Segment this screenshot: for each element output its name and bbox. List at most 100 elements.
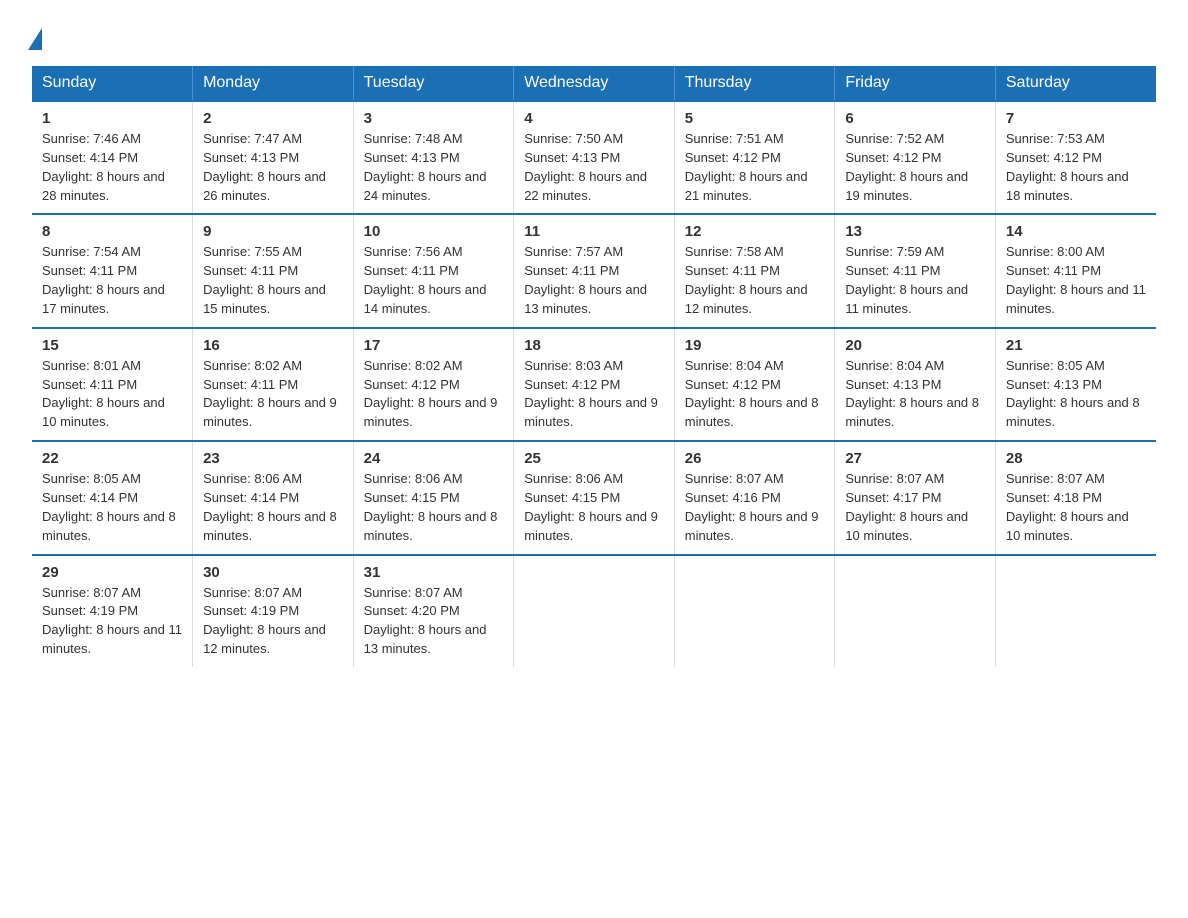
calendar-cell [514,555,675,667]
day-info: Sunrise: 8:03 AMSunset: 4:12 PMDaylight:… [524,358,658,430]
day-number: 20 [845,337,985,354]
day-info: Sunrise: 7:52 AMSunset: 4:12 PMDaylight:… [845,131,968,203]
day-info: Sunrise: 8:07 AMSunset: 4:19 PMDaylight:… [203,585,326,657]
day-number: 2 [203,110,343,127]
calendar-cell: 7 Sunrise: 7:53 AMSunset: 4:12 PMDaylight… [995,101,1156,214]
calendar-cell: 22 Sunrise: 8:05 AMSunset: 4:14 PMDayligh… [32,441,193,554]
day-number: 27 [845,450,985,467]
weekday-header-row: SundayMondayTuesdayWednesdayThursdayFrid… [32,66,1156,101]
weekday-header-monday: Monday [193,66,354,101]
day-number: 18 [524,337,664,354]
day-number: 1 [42,110,182,127]
day-number: 12 [685,223,825,240]
day-info: Sunrise: 8:04 AMSunset: 4:12 PMDaylight:… [685,358,819,430]
calendar-cell [674,555,835,667]
calendar-cell: 31Sunrise: 8:07 AMSunset: 4:20 PMDayligh… [353,555,514,667]
day-number: 14 [1006,223,1146,240]
day-number: 4 [524,110,664,127]
day-number: 22 [42,450,182,467]
day-info: Sunrise: 7:53 AMSunset: 4:12 PMDaylight:… [1006,131,1129,203]
day-number: 17 [364,337,504,354]
day-number: 6 [845,110,985,127]
day-info: Sunrise: 7:50 AMSunset: 4:13 PMDaylight:… [524,131,647,203]
day-number: 15 [42,337,182,354]
day-info: Sunrise: 8:04 AMSunset: 4:13 PMDaylight:… [845,358,979,430]
calendar-cell: 26 Sunrise: 8:07 AMSunset: 4:16 PMDayligh… [674,441,835,554]
calendar-cell: 2Sunrise: 7:47 AMSunset: 4:13 PMDaylight… [193,101,354,214]
weekday-header-thursday: Thursday [674,66,835,101]
day-info: Sunrise: 8:07 AMSunset: 4:19 PMDaylight:… [42,585,182,657]
day-info: Sunrise: 8:07 AMSunset: 4:18 PMDaylight:… [1006,471,1129,543]
day-info: Sunrise: 7:56 AMSunset: 4:11 PMDaylight:… [364,244,487,316]
calendar-cell: 3 Sunrise: 7:48 AMSunset: 4:13 PMDaylight… [353,101,514,214]
calendar-week-row: 8 Sunrise: 7:54 AMSunset: 4:11 PMDaylight… [32,214,1156,327]
calendar-cell: 28Sunrise: 8:07 AMSunset: 4:18 PMDayligh… [995,441,1156,554]
day-number: 7 [1006,110,1146,127]
day-number: 26 [685,450,825,467]
calendar-cell [995,555,1156,667]
calendar-cell: 23Sunrise: 8:06 AMSunset: 4:14 PMDayligh… [193,441,354,554]
day-info: Sunrise: 8:00 AMSunset: 4:11 PMDaylight:… [1006,244,1146,316]
calendar-body: 1 Sunrise: 7:46 AMSunset: 4:14 PMDaylight… [32,101,1156,667]
day-info: Sunrise: 8:06 AMSunset: 4:15 PMDaylight:… [524,471,658,543]
calendar-table: SundayMondayTuesdayWednesdayThursdayFrid… [32,66,1156,667]
day-info: Sunrise: 7:58 AMSunset: 4:11 PMDaylight:… [685,244,808,316]
calendar-cell: 16Sunrise: 8:02 AMSunset: 4:11 PMDayligh… [193,328,354,441]
day-info: Sunrise: 8:07 AMSunset: 4:17 PMDaylight:… [845,471,968,543]
calendar-cell: 12 Sunrise: 7:58 AMSunset: 4:11 PMDayligh… [674,214,835,327]
day-number: 13 [845,223,985,240]
calendar-week-row: 15 Sunrise: 8:01 AMSunset: 4:11 PMDayligh… [32,328,1156,441]
day-number: 23 [203,450,343,467]
calendar-cell: 5 Sunrise: 7:51 AMSunset: 4:12 PMDaylight… [674,101,835,214]
day-info: Sunrise: 8:02 AMSunset: 4:12 PMDaylight:… [364,358,498,430]
calendar-cell: 25 Sunrise: 8:06 AMSunset: 4:15 PMDayligh… [514,441,675,554]
calendar-cell: 17 Sunrise: 8:02 AMSunset: 4:12 PMDayligh… [353,328,514,441]
day-number: 3 [364,110,504,127]
day-number: 9 [203,223,343,240]
calendar-cell: 19 Sunrise: 8:04 AMSunset: 4:12 PMDayligh… [674,328,835,441]
logo-triangle-icon [28,28,42,50]
day-number: 21 [1006,337,1146,354]
weekday-header-friday: Friday [835,66,996,101]
day-info: Sunrise: 8:05 AMSunset: 4:13 PMDaylight:… [1006,358,1140,430]
page-header [32,24,1156,50]
day-number: 25 [524,450,664,467]
day-info: Sunrise: 7:51 AMSunset: 4:12 PMDaylight:… [685,131,808,203]
day-info: Sunrise: 8:06 AMSunset: 4:15 PMDaylight:… [364,471,498,543]
calendar-cell: 11 Sunrise: 7:57 AMSunset: 4:11 PMDayligh… [514,214,675,327]
calendar-cell: 15 Sunrise: 8:01 AMSunset: 4:11 PMDayligh… [32,328,193,441]
weekday-header-tuesday: Tuesday [353,66,514,101]
calendar-header: SundayMondayTuesdayWednesdayThursdayFrid… [32,66,1156,101]
calendar-week-row: 1 Sunrise: 7:46 AMSunset: 4:14 PMDaylight… [32,101,1156,214]
day-number: 30 [203,564,343,581]
logo [32,24,42,50]
calendar-cell: 29 Sunrise: 8:07 AMSunset: 4:19 PMDayligh… [32,555,193,667]
day-number: 31 [364,564,504,581]
calendar-cell: 30 Sunrise: 8:07 AMSunset: 4:19 PMDayligh… [193,555,354,667]
calendar-cell: 13Sunrise: 7:59 AMSunset: 4:11 PMDayligh… [835,214,996,327]
day-number: 10 [364,223,504,240]
calendar-cell [835,555,996,667]
day-number: 29 [42,564,182,581]
calendar-cell: 21 Sunrise: 8:05 AMSunset: 4:13 PMDayligh… [995,328,1156,441]
day-info: Sunrise: 7:57 AMSunset: 4:11 PMDaylight:… [524,244,647,316]
day-number: 19 [685,337,825,354]
day-number: 11 [524,223,664,240]
calendar-cell: 18 Sunrise: 8:03 AMSunset: 4:12 PMDayligh… [514,328,675,441]
calendar-cell: 10 Sunrise: 7:56 AMSunset: 4:11 PMDayligh… [353,214,514,327]
weekday-header-sunday: Sunday [32,66,193,101]
day-info: Sunrise: 7:46 AMSunset: 4:14 PMDaylight:… [42,131,165,203]
calendar-cell: 24Sunrise: 8:06 AMSunset: 4:15 PMDayligh… [353,441,514,554]
calendar-cell: 4 Sunrise: 7:50 AMSunset: 4:13 PMDaylight… [514,101,675,214]
day-info: Sunrise: 7:48 AMSunset: 4:13 PMDaylight:… [364,131,487,203]
weekday-header-wednesday: Wednesday [514,66,675,101]
day-number: 5 [685,110,825,127]
day-info: Sunrise: 8:01 AMSunset: 4:11 PMDaylight:… [42,358,165,430]
day-info: Sunrise: 8:07 AMSunset: 4:16 PMDaylight:… [685,471,819,543]
day-number: 8 [42,223,182,240]
day-info: Sunrise: 7:55 AMSunset: 4:11 PMDaylight:… [203,244,326,316]
day-info: Sunrise: 8:02 AMSunset: 4:11 PMDaylight:… [203,358,337,430]
day-info: Sunrise: 7:54 AMSunset: 4:11 PMDaylight:… [42,244,165,316]
day-info: Sunrise: 8:05 AMSunset: 4:14 PMDaylight:… [42,471,176,543]
calendar-week-row: 22 Sunrise: 8:05 AMSunset: 4:14 PMDayligh… [32,441,1156,554]
